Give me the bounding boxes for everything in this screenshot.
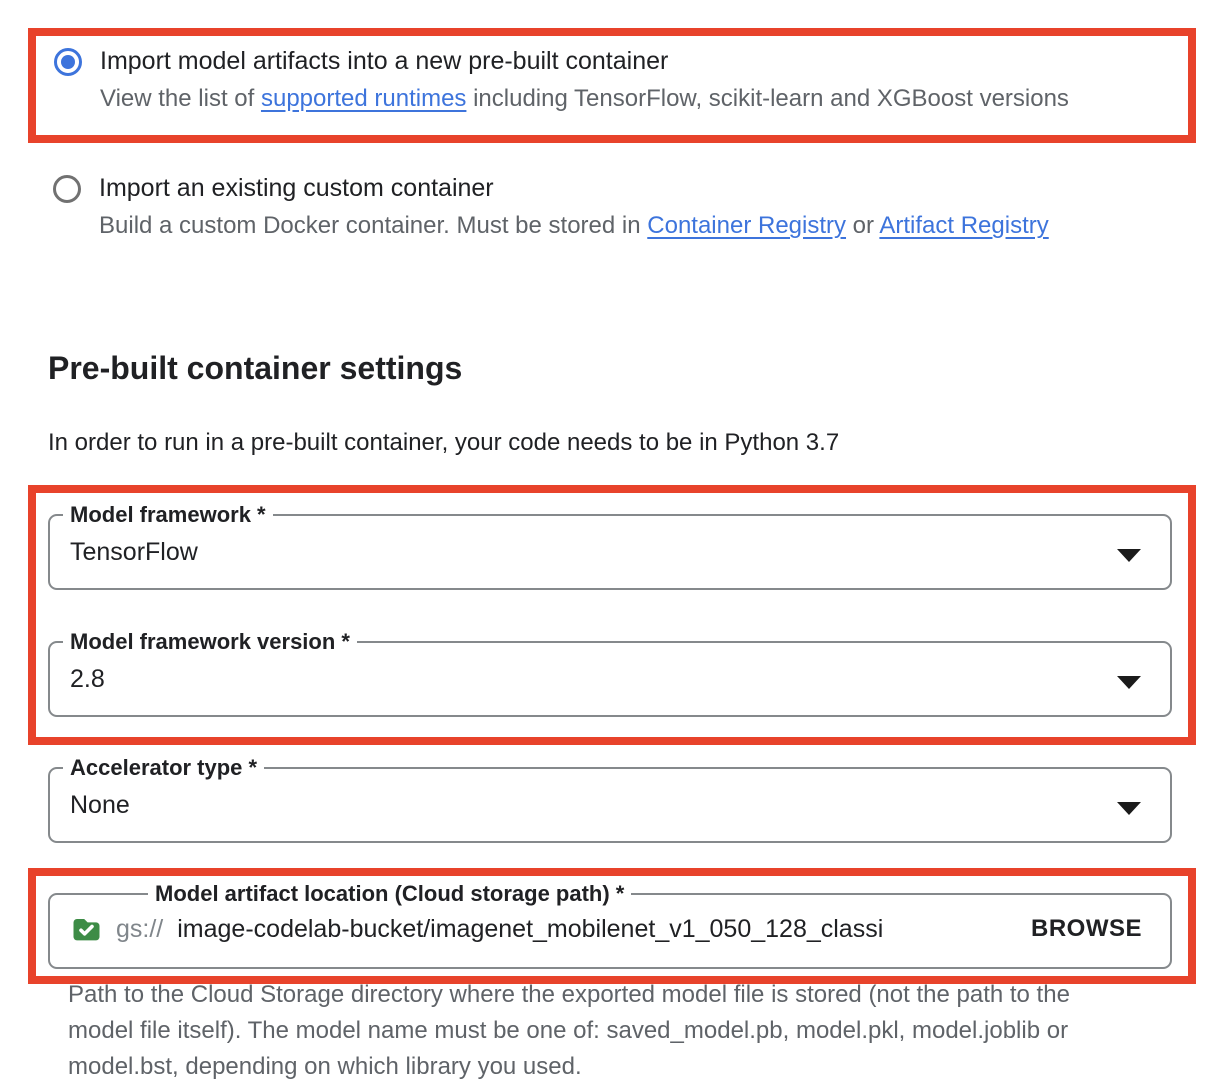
accelerator-type-value: None bbox=[70, 791, 130, 820]
option-title-custom: Import an existing custom container bbox=[99, 172, 1049, 204]
option-title-prebuilt: Import model artifacts into a new pre-bu… bbox=[100, 45, 1069, 77]
desc-prefix: View the list of bbox=[100, 85, 261, 112]
desc-suffix: including TensorFlow, scikit-learn and X… bbox=[466, 85, 1069, 112]
dropdown-arrow-icon[interactable] bbox=[1117, 549, 1141, 562]
artifact-location-field[interactable]: Model artifact location (Cloud storage p… bbox=[48, 893, 1172, 969]
artifact-path-input[interactable]: image-codelab-bucket/imagenet_mobilenet_… bbox=[177, 915, 883, 944]
accelerator-type-field[interactable]: Accelerator type * None bbox=[48, 767, 1172, 843]
radio-unselected-icon[interactable] bbox=[53, 175, 81, 203]
radio-dot bbox=[61, 55, 75, 69]
folder-check-icon bbox=[70, 913, 103, 946]
option-text-prebuilt: Import model artifacts into a new pre-bu… bbox=[100, 45, 1069, 114]
accelerator-type-label: Accelerator type * bbox=[63, 755, 264, 781]
dropdown-arrow-icon[interactable] bbox=[1117, 676, 1141, 689]
highlight-box-prebuilt-option: Import model artifacts into a new pre-bu… bbox=[28, 28, 1196, 143]
model-framework-field[interactable]: Model framework * TensorFlow bbox=[48, 514, 1172, 590]
framework-version-value: 2.8 bbox=[70, 665, 105, 694]
option-desc-custom: Build a custom Docker container. Must be… bbox=[99, 211, 1049, 241]
radio-option-custom[interactable]: Import an existing custom container Buil… bbox=[53, 172, 1230, 241]
container-registry-link[interactable]: Container Registry bbox=[647, 212, 846, 239]
desc-mid: or bbox=[846, 212, 879, 239]
gs-prefix: gs:// bbox=[116, 915, 163, 944]
radio-option-prebuilt[interactable]: Import model artifacts into a new pre-bu… bbox=[54, 45, 1188, 114]
desc-prefix: Build a custom Docker container. Must be… bbox=[99, 212, 647, 239]
supported-runtimes-link[interactable]: supported runtimes bbox=[261, 85, 466, 112]
import-model-form: Import model artifacts into a new pre-bu… bbox=[0, 0, 1230, 1085]
dropdown-arrow-icon[interactable] bbox=[1117, 802, 1141, 815]
help-text: Path to the Cloud Storage directory wher… bbox=[68, 977, 1136, 1085]
highlight-box-artifact-location: Model artifact location (Cloud storage p… bbox=[28, 868, 1196, 984]
option-desc-prebuilt: View the list of supported runtimes incl… bbox=[100, 84, 1069, 114]
model-framework-label: Model framework * bbox=[63, 502, 273, 528]
radio-selected-icon[interactable] bbox=[54, 48, 82, 76]
model-framework-value: TensorFlow bbox=[70, 538, 198, 567]
framework-version-field[interactable]: Model framework version * 2.8 bbox=[48, 641, 1172, 717]
section-heading: Pre-built container settings bbox=[48, 348, 1230, 388]
artifact-registry-link[interactable]: Artifact Registry bbox=[879, 212, 1048, 239]
framework-version-label: Model framework version * bbox=[63, 629, 357, 655]
section-intro: In order to run in a pre-built container… bbox=[48, 428, 1230, 458]
artifact-location-label: Model artifact location (Cloud storage p… bbox=[148, 881, 631, 907]
browse-button[interactable]: BROWSE bbox=[1029, 909, 1144, 949]
highlight-box-framework-fields: Model framework * TensorFlow Model frame… bbox=[28, 485, 1196, 745]
option-text-custom: Import an existing custom container Buil… bbox=[99, 172, 1049, 241]
